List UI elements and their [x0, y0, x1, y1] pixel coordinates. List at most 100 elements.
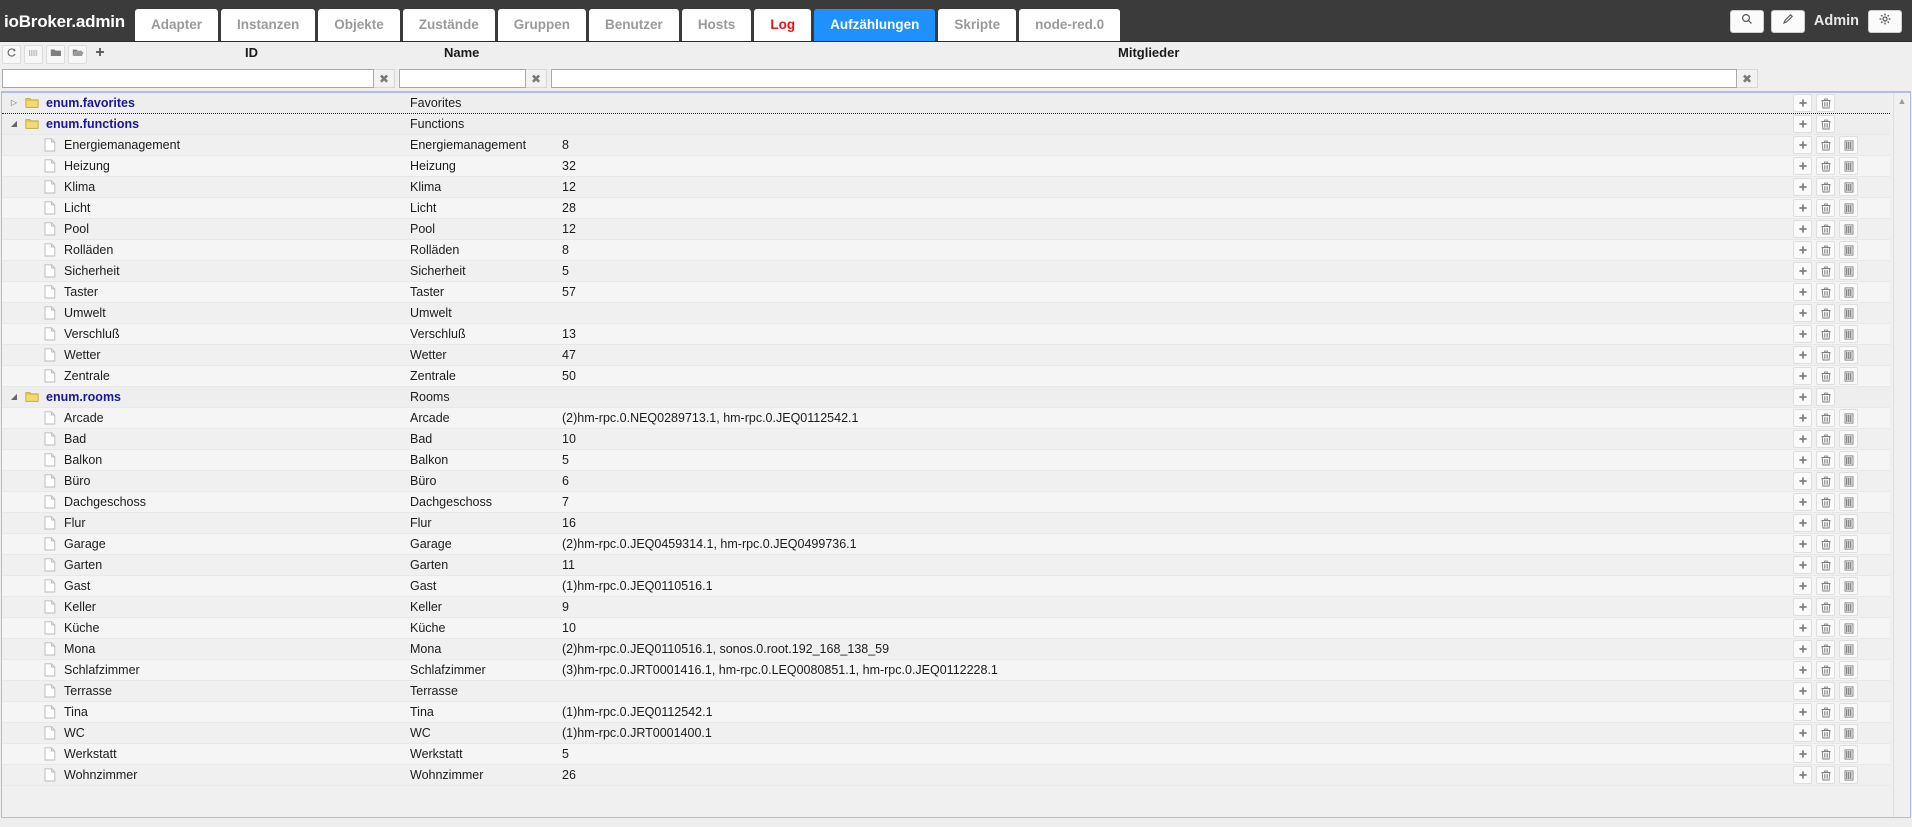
- collapse-folders-button[interactable]: [46, 44, 65, 64]
- row-add-button[interactable]: [1793, 367, 1812, 385]
- tree-group-row[interactable]: ◢ enum.rooms Rooms: [2, 387, 1890, 408]
- row-delete-button[interactable]: [1816, 766, 1835, 784]
- row-edit-button[interactable]: [1839, 262, 1858, 280]
- row-edit-button[interactable]: [1839, 619, 1858, 637]
- row-delete-button[interactable]: [1816, 136, 1835, 154]
- row-edit-button[interactable]: [1839, 745, 1858, 763]
- column-header-members[interactable]: Mitglieder: [1118, 45, 1179, 60]
- vertical-scrollbar[interactable]: ▲: [1893, 93, 1910, 817]
- tab-objekte[interactable]: Objekte: [318, 9, 400, 41]
- row-delete-button[interactable]: [1816, 325, 1835, 343]
- tree-row[interactable]: Heizung Heizung 32: [2, 156, 1890, 177]
- edit-button[interactable]: [1770, 9, 1805, 33]
- tab-adapter[interactable]: Adapter: [134, 9, 218, 41]
- row-delete-button[interactable]: [1816, 724, 1835, 742]
- twisty-expanded-icon[interactable]: ◢: [6, 393, 22, 401]
- row-edit-button[interactable]: [1839, 220, 1858, 238]
- tree-row[interactable]: Werkstatt Werkstatt 5: [2, 744, 1890, 765]
- row-edit-button[interactable]: [1839, 367, 1858, 385]
- row-edit-button[interactable]: [1839, 157, 1858, 175]
- tree-row[interactable]: Sicherheit Sicherheit 5: [2, 261, 1890, 282]
- tree-row[interactable]: Klima Klima 12: [2, 177, 1890, 198]
- row-edit-button[interactable]: [1839, 283, 1858, 301]
- row-delete-button[interactable]: [1816, 367, 1835, 385]
- tab-skripte[interactable]: Skripte: [938, 9, 1017, 41]
- row-delete-button[interactable]: [1816, 304, 1835, 322]
- row-delete-button[interactable]: [1816, 745, 1835, 763]
- row-delete-button[interactable]: [1816, 493, 1835, 511]
- tree-row[interactable]: Gast Gast (1)hm-rpc.0.JEQ0110516.1: [2, 576, 1890, 597]
- row-add-button[interactable]: [1793, 577, 1812, 595]
- row-delete-button[interactable]: [1816, 535, 1835, 553]
- row-delete-button[interactable]: [1816, 115, 1835, 133]
- row-edit-button[interactable]: [1839, 199, 1858, 217]
- row-edit-button[interactable]: [1839, 640, 1858, 658]
- row-delete-button[interactable]: [1816, 178, 1835, 196]
- tree-row[interactable]: Rolläden Rolläden 8: [2, 240, 1890, 261]
- search-button[interactable]: [1729, 9, 1764, 33]
- row-delete-button[interactable]: [1816, 472, 1835, 490]
- tree-row[interactable]: Taster Taster 57: [2, 282, 1890, 303]
- tab-instanzen[interactable]: Instanzen: [220, 9, 316, 41]
- row-edit-button[interactable]: [1839, 451, 1858, 469]
- row-delete-button[interactable]: [1816, 682, 1835, 700]
- tree-row[interactable]: Licht Licht 28: [2, 198, 1890, 219]
- row-add-button[interactable]: [1793, 451, 1812, 469]
- row-edit-button[interactable]: [1839, 598, 1858, 616]
- row-add-button[interactable]: [1793, 535, 1812, 553]
- row-edit-button[interactable]: [1839, 556, 1858, 574]
- row-delete-button[interactable]: [1816, 556, 1835, 574]
- row-delete-button[interactable]: [1816, 640, 1835, 658]
- row-delete-button[interactable]: [1816, 94, 1835, 112]
- row-add-button[interactable]: [1793, 556, 1812, 574]
- row-edit-button[interactable]: [1839, 346, 1858, 364]
- tree-row[interactable]: Mona Mona (2)hm-rpc.0.JEQ0110516.1, sonos.…: [2, 639, 1890, 660]
- row-delete-button[interactable]: [1816, 598, 1835, 616]
- row-delete-button[interactable]: [1816, 346, 1835, 364]
- row-add-button[interactable]: [1793, 724, 1812, 742]
- row-edit-button[interactable]: [1839, 724, 1858, 742]
- tab-node-red-0[interactable]: node-red.0: [1019, 9, 1121, 41]
- row-add-button[interactable]: [1793, 199, 1812, 217]
- row-edit-button[interactable]: [1839, 325, 1858, 343]
- scroll-up-icon[interactable]: ▲: [1894, 93, 1910, 108]
- row-add-button[interactable]: [1793, 136, 1812, 154]
- filter-input-name[interactable]: [399, 69, 526, 88]
- row-edit-button[interactable]: [1839, 430, 1858, 448]
- filter-input-id[interactable]: [2, 69, 374, 88]
- tree-row[interactable]: Energiemanagement Energiemanagement 8: [2, 135, 1890, 156]
- row-add-button[interactable]: [1793, 346, 1812, 364]
- row-edit-button[interactable]: [1839, 178, 1858, 196]
- tree-row[interactable]: Garten Garten 11: [2, 555, 1890, 576]
- row-edit-button[interactable]: [1839, 661, 1858, 679]
- row-edit-button[interactable]: [1839, 136, 1858, 154]
- settings-button[interactable]: [1868, 9, 1902, 33]
- row-delete-button[interactable]: [1816, 514, 1835, 532]
- tree-group-row[interactable]: ◢ enum.functions Functions: [2, 114, 1890, 135]
- row-add-button[interactable]: [1793, 514, 1812, 532]
- twisty-expanded-icon[interactable]: ◢: [6, 120, 22, 128]
- row-delete-button[interactable]: [1816, 388, 1835, 406]
- row-edit-button[interactable]: [1839, 493, 1858, 511]
- tab-zust-nde[interactable]: Zustände: [402, 9, 495, 41]
- column-header-name[interactable]: Name: [444, 45, 479, 60]
- row-delete-button[interactable]: [1816, 430, 1835, 448]
- add-enum-button[interactable]: [90, 45, 109, 64]
- row-edit-button[interactable]: [1839, 409, 1858, 427]
- tree-row[interactable]: Küche Küche 10: [2, 618, 1890, 639]
- tree-row[interactable]: Balkon Balkon 5: [2, 450, 1890, 471]
- tab-log[interactable]: Log: [754, 9, 812, 41]
- row-delete-button[interactable]: [1816, 661, 1835, 679]
- twisty-collapsed-icon[interactable]: ▷: [6, 99, 22, 107]
- tree-row[interactable]: Büro Büro 6: [2, 471, 1890, 492]
- tab-aufz-hlungen[interactable]: Aufzählungen: [814, 9, 936, 41]
- tree-row[interactable]: Garage Garage (2)hm-rpc.0.JEQ0459314.1, hm…: [2, 534, 1890, 555]
- tree-row[interactable]: Umwelt Umwelt: [2, 303, 1890, 324]
- filter-clear-id[interactable]: ✖: [374, 69, 395, 88]
- collapse-all-button[interactable]: [24, 44, 43, 64]
- row-add-button[interactable]: [1793, 283, 1812, 301]
- row-edit-button[interactable]: [1839, 766, 1858, 784]
- row-edit-button[interactable]: [1839, 514, 1858, 532]
- tree-row[interactable]: Arcade Arcade (2)hm-rpc.0.NEQ0289713.1, hm…: [2, 408, 1890, 429]
- row-add-button[interactable]: [1793, 178, 1812, 196]
